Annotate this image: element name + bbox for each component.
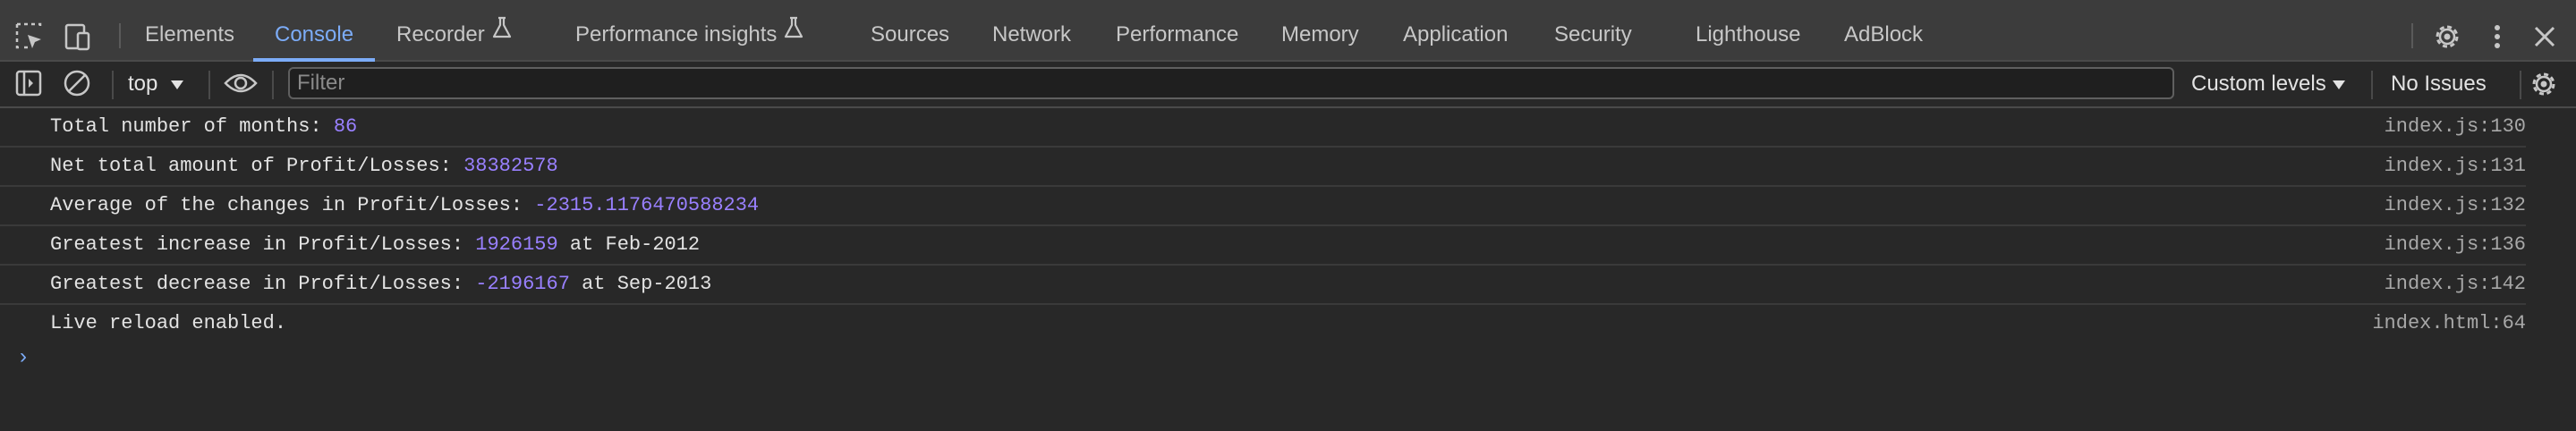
message-text: Greatest decrease in Profit/Losses: (50, 273, 476, 295)
source-link[interactable]: index.html:64 (2372, 305, 2526, 342)
close-devtools-icon[interactable] (2529, 21, 2560, 56)
message-text: Greatest increase in Profit/Losses: (50, 233, 476, 256)
message-text: Total number of months: (50, 115, 334, 138)
console-message: Net total amount of Profit/Losses: 38382… (0, 148, 2526, 187)
issues-counter[interactable]: No Issues (2391, 62, 2487, 106)
clear-console-icon[interactable] (63, 69, 91, 102)
message-number: 86 (333, 115, 358, 138)
more-options-icon[interactable] (2482, 21, 2512, 56)
toolbar-divider (272, 71, 274, 99)
source-link[interactable]: index.js:132 (2385, 187, 2526, 224)
log-levels-dropdown[interactable]: Custom levels (2191, 62, 2346, 106)
tab-recorder[interactable]: Recorder (396, 9, 512, 60)
window-top-strip (0, 0, 2576, 9)
caret-down-icon (170, 62, 184, 106)
toolbar-divider (112, 71, 114, 99)
tab-performance-insights-label: Performance insights (575, 22, 778, 46)
inspect-element-icon[interactable] (14, 21, 45, 52)
console-message-text: Net total amount of Profit/Losses: 38382… (50, 148, 558, 185)
source-link[interactable]: index.js:142 (2385, 266, 2526, 303)
console-message: Greatest decrease in Profit/Losses: -219… (0, 266, 2526, 305)
console-message-text: Greatest decrease in Profit/Losses: -219… (50, 266, 711, 303)
toolbar-divider (2520, 71, 2521, 99)
console-message: Greatest increase in Profit/Losses: 1926… (0, 226, 2526, 266)
console-message-text: Greatest increase in Profit/Losses: 1926… (50, 226, 700, 264)
live-expression-eye-icon[interactable] (224, 69, 258, 102)
console-toolbar: top Custom levels No Issues (0, 62, 2576, 108)
tab-console[interactable]: Console (252, 9, 376, 62)
message-number: -2196167 (475, 273, 570, 295)
device-toolbar-icon[interactable] (62, 21, 92, 52)
message-text: Net total amount of Profit/Losses: (50, 155, 464, 177)
log-levels-label: Custom levels (2191, 72, 2326, 96)
tab-recorder-label: Recorder (396, 22, 485, 46)
filter-input[interactable] (290, 69, 2172, 97)
tab-application[interactable]: Application (1403, 9, 1508, 60)
context-selector-label: top (128, 72, 158, 96)
console-message: Live reload enabled. index.html:64 (0, 305, 2526, 342)
toolbar-divider (2371, 71, 2373, 99)
message-number: 1926159 (475, 233, 558, 256)
settings-gear-icon[interactable] (2432, 21, 2462, 56)
console-message: Total number of months: 86 index.js:130 (0, 108, 2526, 148)
console-message-text: Live reload enabled. (50, 305, 286, 342)
experiment-flask-icon (492, 7, 512, 58)
devtools-tab-bar: Elements Console Recorder Performance in… (0, 9, 2576, 62)
message-text: Average of the changes in Profit/Losses: (50, 194, 535, 216)
console-message: Average of the changes in Profit/Losses:… (0, 187, 2526, 226)
toolbar-divider (208, 71, 210, 99)
source-link[interactable]: index.js:136 (2385, 226, 2526, 264)
message-number: 38382578 (463, 155, 558, 177)
message-suffix: at Sep-2013 (569, 273, 712, 295)
tab-divider (119, 23, 121, 48)
context-selector[interactable]: top (128, 62, 184, 106)
console-log: Total number of months: 86 index.js:130 … (0, 108, 2576, 342)
tab-performance[interactable]: Performance (1116, 9, 1238, 60)
message-text: Live reload enabled. (50, 312, 287, 334)
tab-elements[interactable]: Elements (145, 9, 234, 60)
message-suffix: at Feb-2012 (557, 233, 701, 256)
tab-lighthouse[interactable]: Lighthouse (1696, 9, 1800, 60)
console-message-text: Total number of months: 86 (50, 108, 357, 146)
tab-divider (2411, 23, 2413, 48)
tab-adblock[interactable]: AdBlock (1844, 9, 1923, 60)
source-link[interactable]: index.js:131 (2385, 148, 2526, 185)
sidebar-toggle-icon[interactable] (14, 69, 43, 102)
experiment-flask-icon (784, 7, 803, 58)
tab-memory[interactable]: Memory (1281, 9, 1359, 60)
console-message-text: Average of the changes in Profit/Losses:… (50, 187, 759, 224)
tab-sources[interactable]: Sources (871, 9, 949, 60)
tab-performance-insights[interactable]: Performance insights (575, 9, 803, 60)
tab-security[interactable]: Security (1554, 9, 1632, 60)
console-prompt-chevron-icon[interactable]: › (20, 344, 27, 369)
caret-down-icon (2332, 62, 2346, 106)
message-number: -2315.1176470588234 (534, 194, 760, 216)
tab-network[interactable]: Network (992, 9, 1071, 60)
console-settings-gear-icon[interactable] (2529, 69, 2559, 104)
filter-box (288, 67, 2174, 99)
source-link[interactable]: index.js:130 (2385, 108, 2526, 146)
